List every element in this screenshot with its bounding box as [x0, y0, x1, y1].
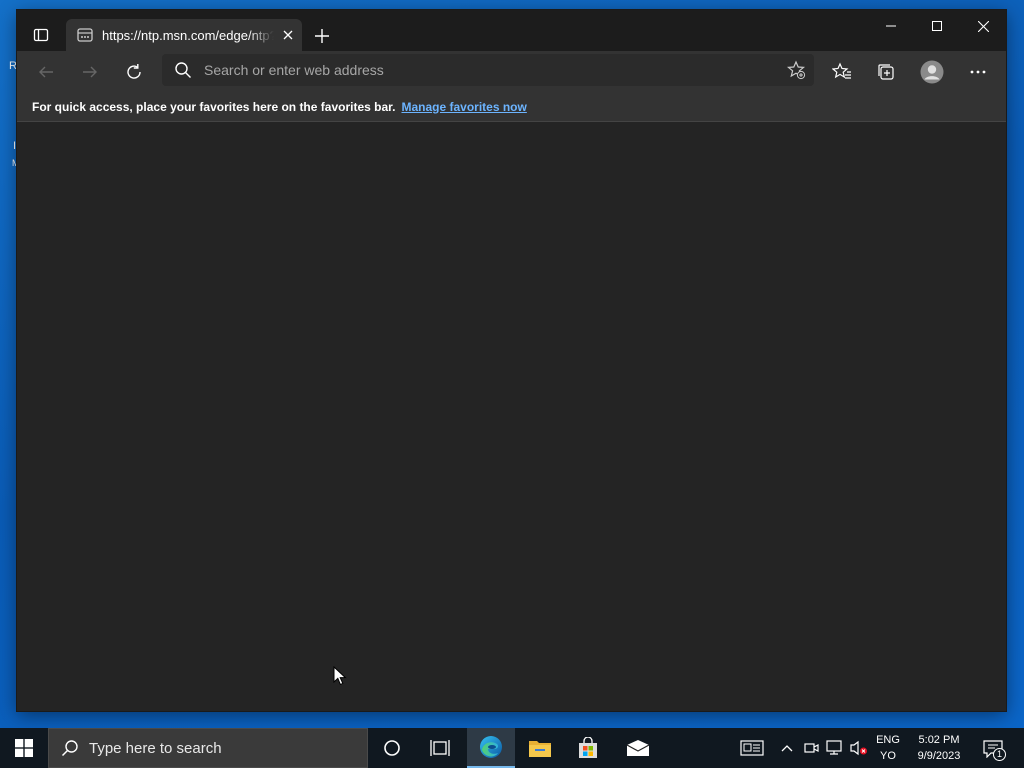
keyboard-layout: YO: [880, 750, 896, 762]
arrow-left-icon: [39, 66, 53, 78]
favorites-star-icon: [832, 62, 851, 79]
news-icon: [740, 740, 764, 756]
edge-logo-icon: [480, 736, 502, 758]
news-widget-button[interactable]: [739, 738, 765, 758]
tab-actions-icon: [33, 28, 49, 42]
browser-tab-active[interactable]: https://ntp.msn.com/edge/ntp?locale=en-U…: [66, 19, 302, 51]
chevron-up-icon: [781, 745, 793, 752]
camera-icon: [804, 743, 819, 753]
favorites-button[interactable]: [825, 55, 859, 89]
taskbar-search-box[interactable]: Type here to search: [48, 728, 368, 768]
collections-button[interactable]: [869, 55, 903, 89]
desktop-icon-label[interactable]: I: [13, 140, 16, 152]
tab-actions-button[interactable]: [25, 20, 57, 50]
taskbar-clock[interactable]: 5:02 PM 9/9/2023: [908, 732, 970, 764]
navigation-toolbar: [17, 51, 1006, 92]
cortana-circle-icon: [384, 740, 400, 756]
more-horizontal-icon: [970, 70, 986, 74]
start-button[interactable]: [0, 728, 48, 768]
add-favorite-icon[interactable]: [786, 60, 806, 80]
close-icon: [977, 20, 989, 32]
show-hidden-icons-button[interactable]: [777, 738, 797, 758]
store-bag-icon: [579, 737, 597, 758]
clock-date: 9/9/2023: [917, 750, 961, 762]
minimize-button[interactable]: [868, 10, 914, 42]
mail-icon: [626, 740, 650, 756]
action-center-button[interactable]: 1: [978, 736, 1008, 762]
tab-close-button[interactable]: [280, 27, 296, 43]
page-content: [17, 122, 1006, 711]
search-icon: [175, 62, 191, 78]
plus-icon: [315, 29, 329, 43]
refresh-icon: [127, 64, 141, 79]
arrow-right-icon: [83, 66, 97, 78]
address-input[interactable]: [204, 62, 764, 78]
folder-icon: [529, 741, 551, 757]
maximize-button[interactable]: [914, 10, 960, 42]
network-button[interactable]: [825, 738, 845, 758]
page-favicon-icon: [77, 28, 93, 42]
volume-muted-icon: [850, 740, 867, 756]
task-view-icon: [430, 740, 450, 756]
refresh-button[interactable]: [117, 55, 151, 89]
taskbar-store-button[interactable]: [564, 728, 612, 768]
desktop-icon-label[interactable]: R: [9, 60, 17, 72]
mouse-cursor-icon: [333, 666, 347, 686]
edge-browser-window: https://ntp.msn.com/edge/ntp?locale=en-U…: [17, 10, 1006, 711]
task-view-button[interactable]: [416, 728, 464, 768]
clock-time: 5:02 PM: [918, 734, 960, 746]
close-window-button[interactable]: [960, 10, 1006, 42]
favorites-bar-message: For quick access, place your favorites h…: [32, 99, 396, 114]
manage-favorites-link[interactable]: Manage favorites now: [401, 100, 526, 114]
forward-button[interactable]: [73, 55, 107, 89]
taskbar-search-placeholder: Type here to search: [89, 739, 222, 757]
favorites-bar: For quick access, place your favorites h…: [17, 92, 1006, 122]
language-code: ENG: [876, 734, 900, 746]
taskbar-file-explorer-button[interactable]: [516, 728, 564, 768]
notification-count-badge: 1: [993, 748, 1006, 761]
taskbar: Type here to search ENG YO 5:02 PM 9/9/2…: [0, 728, 1024, 768]
close-icon: [283, 30, 293, 40]
maximize-icon: [932, 21, 942, 31]
settings-more-button[interactable]: [961, 55, 995, 89]
avatar-icon: [920, 60, 944, 84]
taskbar-edge-button[interactable]: [467, 728, 515, 768]
collections-icon: [878, 64, 894, 80]
meet-now-button[interactable]: [801, 738, 821, 758]
title-bar: https://ntp.msn.com/edge/ntp?locale=en-U…: [17, 10, 1006, 51]
cortana-button[interactable]: [368, 728, 416, 768]
network-icon: [826, 740, 842, 755]
tab-title: https://ntp.msn.com/edge/ntp?locale=en-U…: [102, 27, 274, 43]
input-language-indicator[interactable]: ENG YO: [872, 732, 904, 764]
taskbar-mail-button[interactable]: [614, 728, 662, 768]
new-tab-button[interactable]: [310, 24, 334, 48]
profile-button[interactable]: [915, 55, 949, 89]
volume-button[interactable]: [849, 738, 869, 758]
address-bar[interactable]: [162, 54, 814, 86]
windows-logo-icon: [15, 739, 33, 757]
minimize-icon: [886, 25, 896, 27]
search-icon: [61, 740, 78, 757]
back-button[interactable]: [29, 55, 63, 89]
